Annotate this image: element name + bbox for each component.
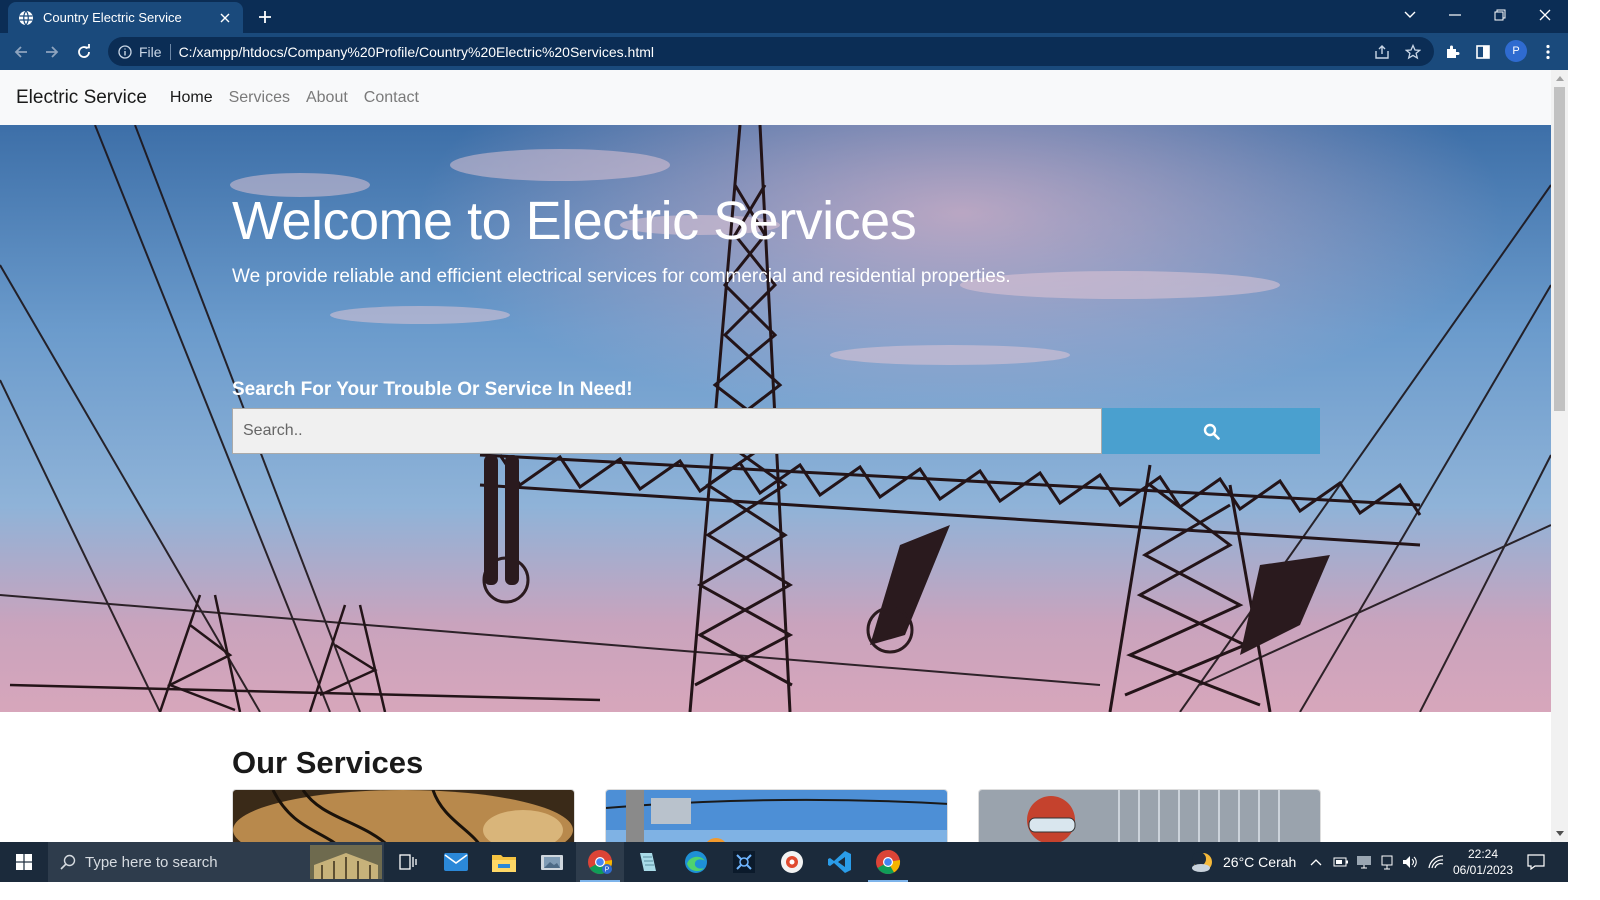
clock-date: 06/01/2023: [1452, 863, 1514, 877]
page-scrollbar[interactable]: [1551, 70, 1568, 842]
windows-start-button[interactable]: [0, 842, 48, 882]
battery-icon[interactable]: [1333, 842, 1349, 882]
network-device-icon[interactable]: [1380, 842, 1394, 882]
bookmark-star-icon[interactable]: [1401, 40, 1425, 64]
notifications-icon[interactable]: [1527, 842, 1545, 882]
service-search-input[interactable]: [232, 408, 1102, 454]
svg-text:P: P: [605, 867, 610, 874]
info-icon[interactable]: [118, 44, 132, 59]
tab-search-icon[interactable]: [1387, 0, 1432, 30]
page-viewport: Electric Service Home Services About Con…: [0, 70, 1551, 842]
address-divider: [169, 43, 171, 60]
file-explorer-icon[interactable]: [480, 842, 528, 882]
reload-icon[interactable]: [72, 40, 96, 64]
site-navbar: Electric Service Home Services About Con…: [0, 70, 1551, 125]
snipping-icon[interactable]: [720, 842, 768, 882]
back-arrow-icon[interactable]: [9, 40, 33, 64]
protocol-label: File: [139, 43, 162, 60]
hero-section: Welcome to Electric Services We provide …: [0, 125, 1551, 712]
new-tab-button[interactable]: [254, 6, 276, 28]
chrome-profile-icon[interactable]: P: [576, 842, 624, 882]
service-card-power-line[interactable]: [605, 789, 948, 842]
scroll-up-icon[interactable]: [1551, 70, 1568, 87]
display-icon[interactable]: [1356, 842, 1372, 882]
url-text[interactable]: C:/xampp/htdocs/Company%20Profile/Countr…: [179, 44, 654, 60]
taskbar-search-box[interactable]: Type here to search: [48, 842, 384, 882]
nav-link-about[interactable]: About: [306, 89, 348, 107]
volume-icon[interactable]: [1402, 842, 1418, 882]
service-image-technician: [979, 790, 1320, 842]
nav-link-home[interactable]: Home: [170, 89, 213, 107]
services-heading: Our Services: [232, 745, 424, 780]
globe-icon: [19, 10, 33, 25]
weather-text: 26°C Cerah: [1223, 854, 1297, 870]
restore-icon[interactable]: [1477, 0, 1522, 30]
search-icon: [60, 854, 76, 870]
forward-arrow-icon[interactable]: [40, 40, 64, 64]
weather-moon-icon: [1192, 852, 1212, 872]
search-button[interactable]: [1102, 408, 1320, 454]
menu-kebab-icon[interactable]: [1536, 40, 1560, 64]
photos-icon[interactable]: [528, 842, 576, 882]
nav-link-contact[interactable]: Contact: [364, 89, 419, 107]
mail-icon[interactable]: [432, 842, 480, 882]
address-bar[interactable]: File C:/xampp/htdocs/Company%20Profile/C…: [108, 37, 1434, 66]
chrome-icon[interactable]: [864, 842, 912, 882]
service-image-wiring: [233, 790, 574, 842]
close-window-icon[interactable]: [1522, 0, 1567, 30]
nav-link-services[interactable]: Services: [229, 89, 290, 107]
clock-time: 22:24: [1467, 847, 1499, 861]
search-highlight-image: [310, 845, 382, 879]
hero-subtitle: We provide reliable and efficient electr…: [232, 266, 1011, 287]
task-view-icon[interactable]: [384, 842, 432, 882]
windows-taskbar: Type here to search P 26°C Cerah 22:24 0…: [0, 842, 1568, 882]
browser-tab-bar: Country Electric Service: [0, 0, 1568, 33]
search-label: Search For Your Trouble Or Service In Ne…: [232, 379, 633, 400]
windows-logo-icon: [16, 854, 32, 870]
scroll-down-icon[interactable]: [1551, 825, 1568, 842]
extensions-icon[interactable]: [1440, 40, 1464, 64]
notepad-icon[interactable]: [624, 842, 672, 882]
media-icon[interactable]: [768, 842, 816, 882]
vscode-icon[interactable]: [816, 842, 864, 882]
share-icon[interactable]: [1370, 40, 1394, 64]
site-brand[interactable]: Electric Service: [16, 87, 147, 109]
show-hidden-icons-icon[interactable]: [1310, 842, 1322, 882]
taskbar-clock[interactable]: 22:24 06/01/2023: [1450, 846, 1516, 878]
service-image-power-line: [606, 790, 947, 842]
profile-avatar[interactable]: P: [1505, 40, 1527, 62]
taskbar-search-placeholder: Type here to search: [85, 853, 218, 871]
magnifier-icon: [1203, 423, 1220, 440]
service-card-technician[interactable]: [978, 789, 1321, 842]
close-tab-icon[interactable]: [217, 10, 233, 26]
minimize-icon[interactable]: [1432, 0, 1477, 30]
browser-toolbar: File C:/xampp/htdocs/Company%20Profile/C…: [0, 33, 1568, 70]
weather-widget[interactable]: 26°C Cerah: [1190, 842, 1296, 882]
browser-tab[interactable]: Country Electric Service: [8, 2, 243, 33]
scroll-thumb[interactable]: [1554, 87, 1565, 411]
wifi-icon[interactable]: [1428, 842, 1444, 882]
service-card-wiring[interactable]: [232, 789, 575, 842]
edge-icon[interactable]: [672, 842, 720, 882]
side-panel-icon[interactable]: [1471, 40, 1495, 64]
hero-title: Welcome to Electric Services: [232, 191, 917, 251]
tab-title: Country Electric Service: [43, 10, 182, 25]
